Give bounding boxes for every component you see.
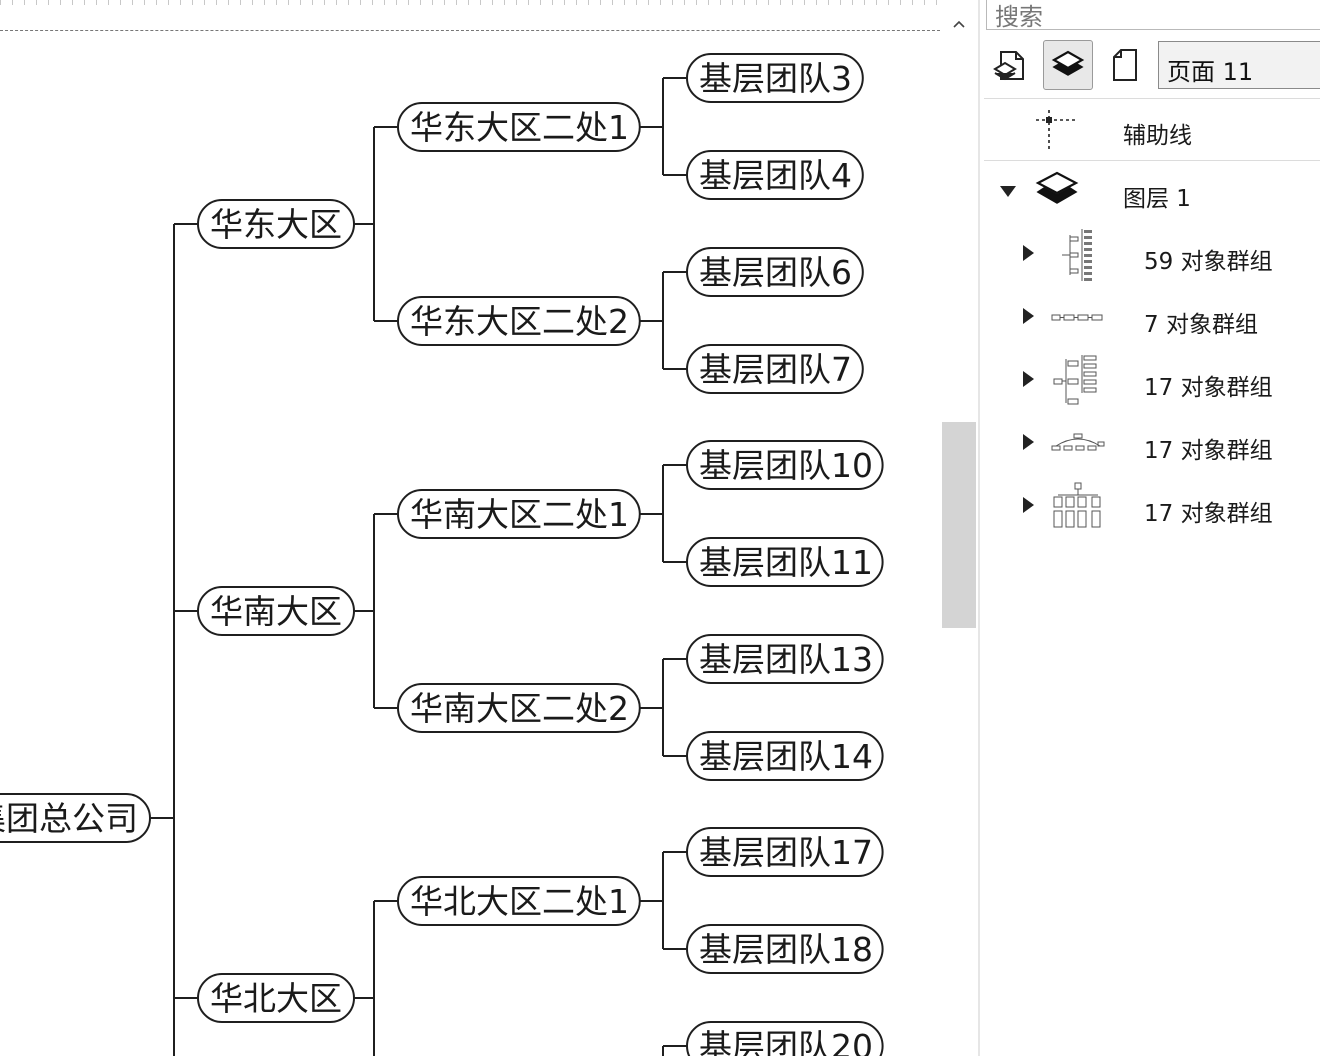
object-group-row[interactable]: 17 对象群组	[980, 414, 1320, 476]
expand-right-icon[interactable]	[1023, 434, 1034, 450]
team-node-label: 基层团队18	[699, 930, 873, 969]
org-chart-diagram[interactable]: 集团总公司 华东大区 华东大区二处1 基层团队3 基层团队4 华东大区二处2 基层团队6 基层…	[0, 0, 940, 1056]
guides-label: 辅助线	[1123, 123, 1192, 149]
page-layers-icon	[993, 51, 1024, 81]
branch-node-label: 华南大区二处1	[410, 495, 629, 534]
panel-divider	[984, 98, 1320, 99]
app-window: 集团总公司 华东大区 华东大区二处1 基层团队3 基层团队4 华东大区二处2 基层团队6 基层…	[0, 0, 1320, 1056]
root-node-label: 集团总公司	[0, 799, 138, 838]
expand-right-icon[interactable]	[1023, 245, 1034, 261]
team-node-label: 基层团队17	[699, 833, 873, 872]
expand-right-icon[interactable]	[1023, 497, 1034, 513]
layers-icon	[1051, 50, 1085, 76]
team-node[interactable]: 基层团队10	[686, 440, 884, 490]
branch-node[interactable]: 华东大区二处2	[397, 296, 641, 346]
team-node-label: 基层团队11	[699, 543, 873, 582]
object-group-label: 59 对象群组	[1144, 249, 1273, 275]
branch-node-label: 华东大区二处2	[410, 302, 629, 341]
panel-toolbar: 页面 11	[980, 36, 1320, 96]
team-node[interactable]: 基层团队13	[686, 634, 884, 684]
vertical-scrollbar[interactable]	[940, 0, 978, 1056]
drawing-canvas[interactable]: 集团总公司 华东大区 华东大区二处1 基层团队3 基层团队4 华东大区二处2 基层团队6 基层…	[0, 0, 978, 1056]
layer-label: 图层 1	[1123, 186, 1191, 212]
team-node[interactable]: 基层团队4	[686, 150, 864, 200]
team-node-label: 基层团队4	[699, 156, 852, 195]
team-node[interactable]: 基层团队11	[686, 537, 884, 587]
team-node-label: 基层团队3	[699, 59, 852, 98]
page-layers-button[interactable]	[986, 40, 1036, 90]
expand-right-icon[interactable]	[1023, 371, 1034, 387]
team-node[interactable]: 基层团队7	[686, 344, 864, 394]
team-node[interactable]: 基层团队3	[686, 53, 864, 103]
page-icon	[1113, 49, 1137, 81]
team-node-label: 基层团队10	[699, 446, 873, 485]
branch-node-label: 华南大区二处2	[410, 689, 629, 728]
branch-node[interactable]: 华东大区二处1	[397, 102, 641, 152]
team-node[interactable]: 基层团队14	[686, 731, 884, 781]
branch-node[interactable]: 华北大区二处1	[397, 876, 641, 926]
chevron-up-icon	[953, 20, 965, 28]
guides-icon	[1036, 110, 1076, 150]
region-node[interactable]: 华北大区	[197, 973, 355, 1023]
branch-node-label: 华北大区二处1	[410, 882, 629, 921]
search-input[interactable]: 搜索	[986, 0, 1320, 31]
team-node[interactable]: 基层团队18	[686, 924, 884, 974]
region-node-label: 华东大区	[210, 205, 342, 244]
team-node[interactable]: 基层团队20	[686, 1021, 884, 1056]
team-node-label: 基层团队7	[699, 350, 852, 389]
object-group-row[interactable]: 17 对象群组	[980, 477, 1320, 539]
team-node[interactable]: 基层团队17	[686, 827, 884, 877]
branch-node[interactable]: 华南大区二处1	[397, 489, 641, 539]
expand-down-icon[interactable]	[1000, 186, 1016, 197]
page-select-value: 页面 11	[1167, 58, 1254, 86]
panel-divider	[984, 160, 1320, 161]
region-node[interactable]: 华南大区	[197, 586, 355, 636]
object-group-row[interactable]: 17 对象群组	[980, 351, 1320, 413]
object-group-label: 17 对象群组	[1144, 501, 1273, 527]
team-node-label: 基层团队6	[699, 253, 852, 292]
group-thumbnail-icon	[1062, 229, 1092, 281]
group-thumbnail-icon	[1051, 433, 1105, 451]
region-node-label: 华北大区	[210, 979, 342, 1018]
team-node-label: 基层团队14	[699, 737, 873, 776]
scroll-thumb[interactable]	[942, 422, 976, 628]
guides-row[interactable]: 辅助线	[980, 100, 1320, 162]
branch-node-label: 华东大区二处1	[410, 108, 629, 147]
scroll-up-button[interactable]	[940, 6, 978, 42]
group-thumbnail-icon	[1051, 314, 1103, 321]
layers-icon	[1035, 171, 1079, 204]
layers-button[interactable]	[1043, 40, 1093, 90]
layer-row[interactable]: 图层 1	[980, 162, 1320, 224]
team-node[interactable]: 基层团队6	[686, 247, 864, 297]
team-node-label: 基层团队13	[699, 640, 873, 679]
group-thumbnail-icon	[1053, 482, 1101, 528]
object-group-label: 17 对象群组	[1144, 438, 1273, 464]
objects-panel: 搜索 页面 11 辅助线 图层 1 59 对象群组 7 对象群组 17 对象群组…	[978, 0, 1320, 1056]
object-group-row[interactable]: 7 对象群组	[980, 288, 1320, 350]
branch-node[interactable]: 华南大区二处2	[397, 683, 641, 733]
team-node-label: 基层团队20	[699, 1027, 873, 1056]
root-node[interactable]: 集团总公司	[0, 793, 151, 843]
region-node-label: 华南大区	[210, 592, 342, 631]
region-node[interactable]: 华东大区	[197, 199, 355, 249]
object-group-label: 7 对象群组	[1144, 312, 1258, 338]
search-placeholder: 搜索	[995, 3, 1043, 31]
expand-right-icon[interactable]	[1023, 308, 1034, 324]
page-button[interactable]	[1100, 40, 1150, 90]
object-group-row[interactable]: 59 对象群组	[980, 225, 1320, 287]
object-group-label: 17 对象群组	[1144, 375, 1273, 401]
group-thumbnail-icon	[1053, 355, 1097, 405]
page-select[interactable]: 页面 11	[1158, 41, 1320, 89]
